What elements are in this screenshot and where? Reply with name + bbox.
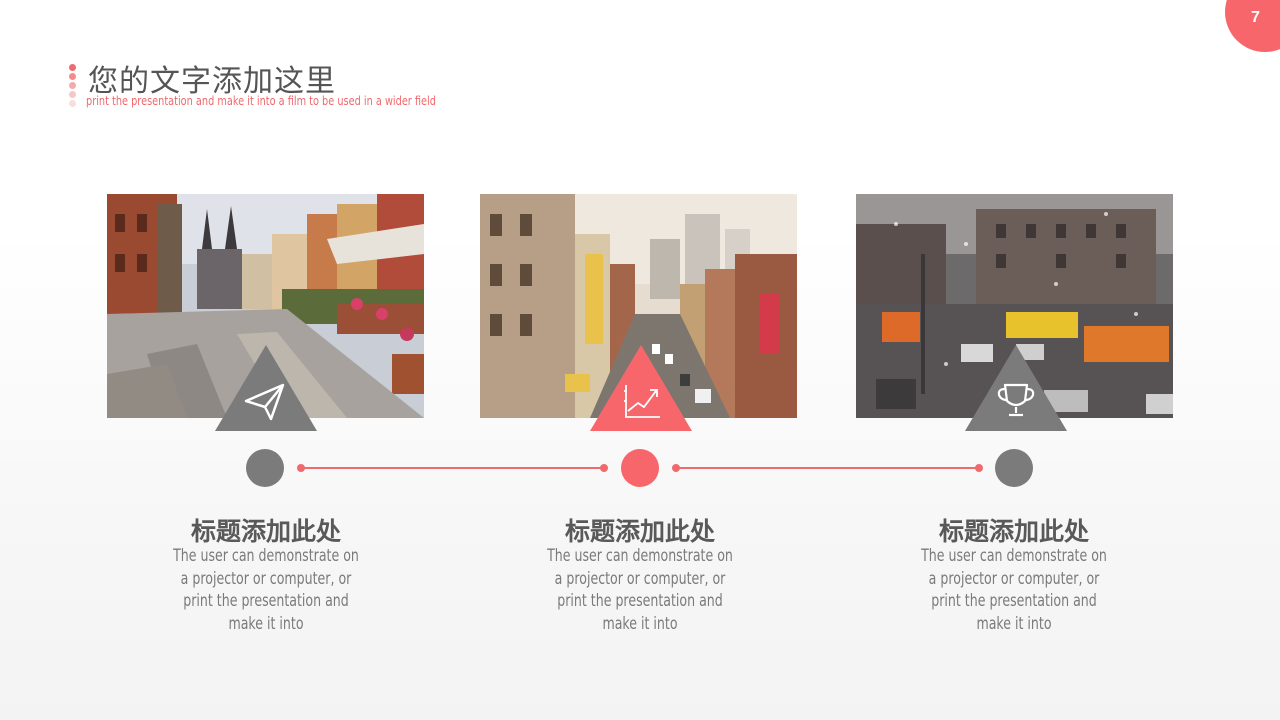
marker-triangle-2 xyxy=(590,345,692,431)
item-description-3: The user can demonstrate on a projector … xyxy=(921,546,1107,634)
timeline-node-3 xyxy=(995,449,1033,487)
item-description-2: The user can demonstrate on a projector … xyxy=(547,546,733,634)
item-title-3: 标题添加此处 xyxy=(938,517,1089,546)
slide-subtitle: print the presentation and make it into … xyxy=(86,93,436,108)
marker-triangle-3 xyxy=(965,345,1067,431)
item-description-1: The user can demonstrate on a projector … xyxy=(173,546,359,634)
marker-triangle-1 xyxy=(215,345,317,431)
connector-dot xyxy=(600,464,608,472)
timeline-connector-1 xyxy=(301,467,604,469)
item-title-2: 标题添加此处 xyxy=(564,517,715,546)
timeline-node-1 xyxy=(246,449,284,487)
page-number: 7 xyxy=(1251,9,1260,26)
connector-dot xyxy=(975,464,983,472)
timeline-node-2 xyxy=(621,449,659,487)
title-decoration-dots xyxy=(69,64,77,109)
timeline-connector-2 xyxy=(676,467,979,469)
item-title-1: 标题添加此处 xyxy=(190,517,341,546)
